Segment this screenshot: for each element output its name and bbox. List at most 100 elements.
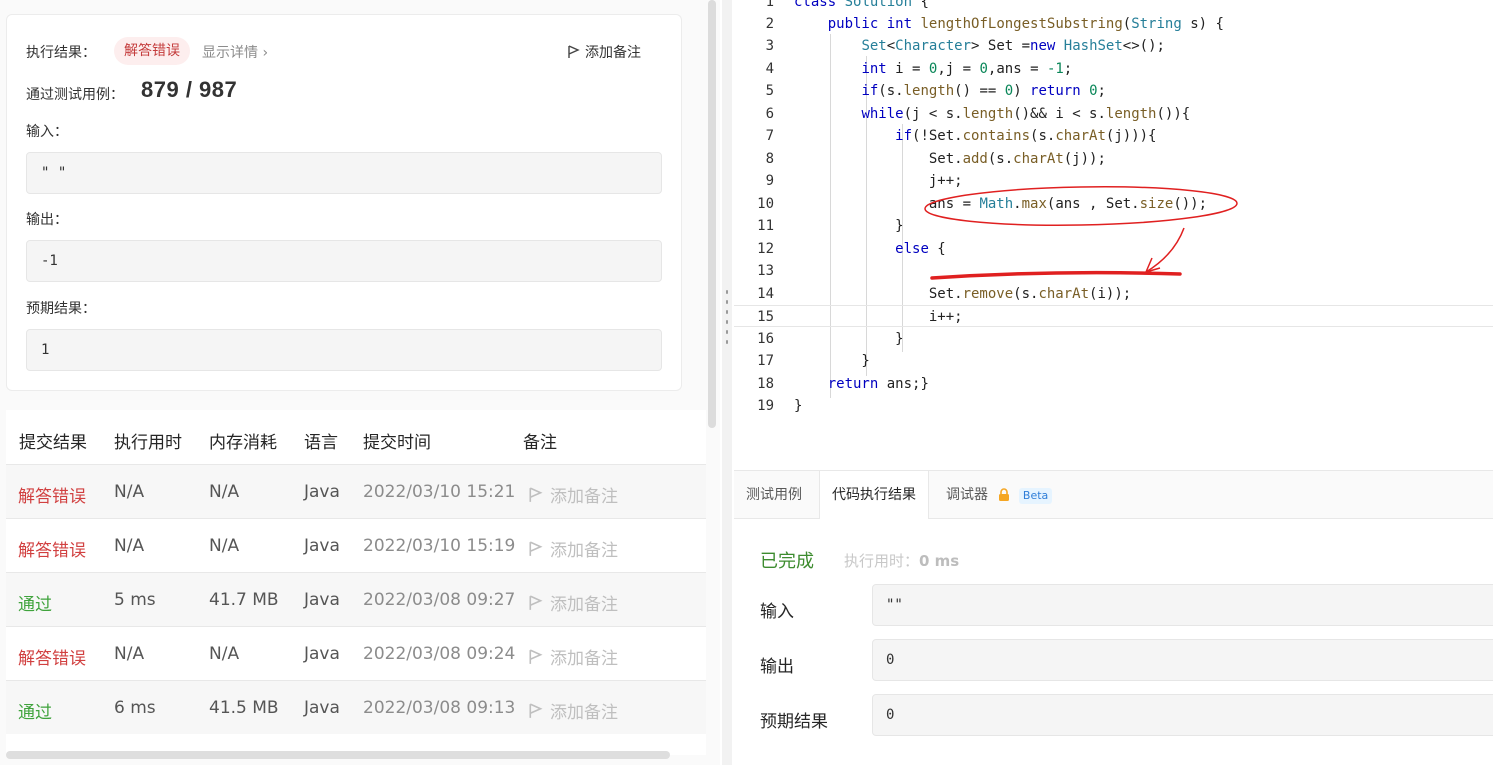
- line-number: 8: [765, 151, 774, 167]
- code-line[interactable]: 17 }: [734, 350, 1493, 372]
- row-status[interactable]: 通过: [18, 590, 52, 615]
- row-memory: N/A: [209, 644, 240, 664]
- row-runtime: N/A: [114, 482, 145, 502]
- result-card: 执行结果： 解答错误 显示详情 › 添加备注 通过测试用例： 879 / 987…: [6, 14, 682, 391]
- flag-icon: [568, 45, 580, 58]
- code-line[interactable]: 10 ans = Math.max(ans , Set.size());: [734, 193, 1493, 215]
- row-add-note[interactable]: 添加备注: [528, 482, 618, 507]
- row-submit-time: 2022/03/08 09:13: [363, 698, 516, 718]
- code-line[interactable]: 7 if(!Set.contains(s.charAt(j))){: [734, 125, 1493, 147]
- flag-icon: [529, 702, 543, 718]
- console-output-label: 输出: [760, 657, 794, 677]
- code-line[interactable]: 8 Set.add(s.charAt(j));: [734, 148, 1493, 170]
- code-line[interactable]: 6 while(j < s.length()&& i < s.length())…: [734, 103, 1493, 125]
- code-line[interactable]: 4 int i = 0,j = 0,ans = -1;: [734, 58, 1493, 80]
- line-number: 1: [765, 0, 774, 10]
- row-status[interactable]: 解答错误: [18, 644, 86, 669]
- line-number: 3: [765, 38, 774, 54]
- line-number: 12: [757, 241, 774, 257]
- console-tabs: 测试用例 代码执行结果 调试器 Beta: [734, 471, 1493, 519]
- code-line[interactable]: 16 }: [734, 328, 1493, 350]
- tab-test-cases[interactable]: 测试用例: [734, 471, 814, 519]
- code-line[interactable]: 5 if(s.length() == 0) return 0;: [734, 80, 1493, 102]
- row-language: Java: [304, 644, 340, 664]
- exec-status-badge: 解答错误: [114, 37, 190, 65]
- flag-icon: [529, 648, 543, 664]
- row-add-note[interactable]: 添加备注: [528, 536, 618, 561]
- row-add-note[interactable]: 添加备注: [528, 590, 618, 615]
- row-memory: 41.7 MB: [209, 590, 279, 610]
- tab-run-result[interactable]: 代码执行结果: [819, 471, 929, 519]
- code-line[interactable]: 11 }: [734, 215, 1493, 237]
- row-status[interactable]: 解答错误: [18, 536, 86, 561]
- runtime-label: 执行用时：: [844, 552, 920, 570]
- line-number: 7: [765, 128, 774, 144]
- row-note-label: 添加备注: [550, 595, 618, 615]
- expected-label: 预期结果：: [26, 301, 96, 317]
- add-note-label: 添加备注: [585, 45, 641, 61]
- header-memory[interactable]: 内存消耗: [209, 428, 277, 453]
- line-number: 6: [765, 106, 774, 122]
- code-line[interactable]: 18 return ans;}: [734, 373, 1493, 395]
- output-value-box: -1: [26, 240, 662, 282]
- header-note: 备注: [523, 433, 557, 453]
- show-detail-link[interactable]: 显示详情 ›: [202, 42, 268, 62]
- line-number: 18: [757, 376, 774, 392]
- console-input-label: 输入: [760, 602, 794, 622]
- line-number: 17: [757, 353, 774, 369]
- row-language: Java: [304, 698, 340, 718]
- line-number: 2: [765, 16, 774, 32]
- line-number: 14: [757, 286, 774, 302]
- submissions-table: 提交结果 执行用时 内存消耗 语言 提交时间 备注 解答错误 N/A N/A J…: [6, 410, 706, 755]
- submission-panel: 执行结果： 解答错误 显示详情 › 添加备注 通过测试用例： 879 / 987…: [0, 0, 720, 765]
- row-status[interactable]: 解答错误: [18, 482, 86, 507]
- code-line[interactable]: 9 j++;: [734, 170, 1493, 192]
- row-runtime: N/A: [114, 536, 145, 556]
- code-line[interactable]: 13: [734, 260, 1493, 282]
- code-line[interactable]: 3 Set<Character> Set =new HashSet<>();: [734, 35, 1493, 57]
- row-submit-time: 2022/03/08 09:27: [363, 590, 516, 610]
- code-line[interactable]: 12 else {: [734, 238, 1493, 260]
- debugger-label: 调试器: [946, 487, 988, 503]
- table-row[interactable]: 解答错误 N/A N/A Java 2022/03/10 15:21 添加备注: [6, 464, 706, 518]
- row-note-label: 添加备注: [550, 703, 618, 723]
- code-line[interactable]: 2 public int lengthOfLongestSubstring(St…: [734, 13, 1493, 35]
- row-status[interactable]: 通过: [18, 698, 52, 723]
- vertical-scrollbar[interactable]: [708, 0, 716, 428]
- runtime-value: 0 ms: [919, 552, 960, 570]
- header-runtime[interactable]: 执行用时: [114, 428, 182, 453]
- table-row[interactable]: 解答错误 N/A N/A Java 2022/03/08 09:24 添加备注: [6, 626, 706, 680]
- runtime-info: 执行用时：0 ms: [844, 550, 959, 571]
- flag-icon: [529, 486, 543, 502]
- code-editor[interactable]: 1 class Solution { 2 public int lengthOfL…: [734, 0, 1493, 470]
- header-language[interactable]: 语言: [304, 428, 338, 453]
- header-status[interactable]: 提交结果: [19, 428, 87, 453]
- leetcode-workspace: 执行结果： 解答错误 显示详情 › 添加备注 通过测试用例： 879 / 987…: [0, 0, 1493, 765]
- line-number: 10: [757, 196, 774, 212]
- line-number: 5: [765, 83, 774, 99]
- panel-resize-handle[interactable]: [722, 0, 732, 765]
- table-row[interactable]: 解答错误 N/A N/A Java 2022/03/10 15:19 添加备注: [6, 518, 706, 572]
- code-line[interactable]: 14 Set.remove(s.charAt(i));: [734, 283, 1493, 305]
- line-number: 13: [757, 263, 774, 279]
- passed-cases-value: 879 / 987: [141, 77, 238, 102]
- row-language: Java: [304, 536, 340, 556]
- tab-debugger[interactable]: 调试器 Beta: [934, 471, 1064, 519]
- horizontal-scrollbar[interactable]: [6, 751, 670, 759]
- row-add-note[interactable]: 添加备注: [528, 698, 618, 723]
- table-row[interactable]: 通过 5 ms 41.7 MB Java 2022/03/08 09:27 添加…: [6, 572, 706, 626]
- add-note-button[interactable]: 添加备注: [567, 42, 641, 62]
- row-add-note[interactable]: 添加备注: [528, 644, 618, 669]
- code-line[interactable]: 1 class Solution {: [734, 0, 1493, 13]
- table-row[interactable]: 通过 6 ms 41.5 MB Java 2022/03/08 09:13 添加…: [6, 680, 706, 734]
- header-submit-time[interactable]: 提交时间: [363, 428, 431, 453]
- console-expected-box: 0: [872, 694, 1493, 736]
- beta-badge: Beta: [1018, 488, 1053, 504]
- console-output-box: 0: [872, 639, 1493, 681]
- lock-icon: [999, 488, 1010, 501]
- row-memory: 41.5 MB: [209, 698, 279, 718]
- code-line-active[interactable]: 15 i++;: [734, 305, 1493, 327]
- code-line[interactable]: 19}: [734, 395, 1493, 417]
- line-number: 4: [765, 61, 774, 77]
- passed-cases-label: 通过测试用例：: [26, 87, 124, 103]
